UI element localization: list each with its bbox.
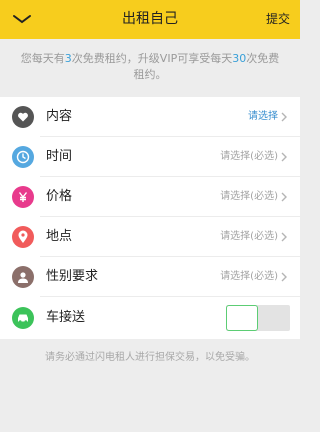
row-value: 请选择(必选) xyxy=(220,191,278,202)
submit-button[interactable]: 提交 xyxy=(266,0,290,39)
row-content[interactable]: 内容 请选择 xyxy=(0,97,300,137)
row-label: 性别要求 xyxy=(46,269,99,284)
free-lease-notice: 您每天有3次免费租约，升级VIP可享受每天30次免费租约。 xyxy=(0,39,300,96)
row-value: 请选择 xyxy=(248,111,278,122)
toggle-knob xyxy=(226,305,258,331)
header-bar: 出租自己 提交 xyxy=(0,0,300,39)
chevron-right-icon xyxy=(281,152,287,162)
row-price[interactable]: 价格 请选择(必选) xyxy=(0,177,300,217)
row-label: 时间 xyxy=(46,149,73,164)
safety-tip: 请务必通过闪电租人进行担保交易，以免受骗。 xyxy=(45,352,255,363)
form-list: 内容 请选择 时间 请选择(必选) 价格 请选择(必选) 地点 请选择(必选) xyxy=(0,97,300,339)
row-label: 车接送 xyxy=(46,310,86,325)
row-label: 价格 xyxy=(46,189,73,204)
heart-icon xyxy=(12,106,34,128)
car-pickup-toggle[interactable] xyxy=(226,305,290,331)
person-icon xyxy=(12,266,34,288)
chevron-right-icon xyxy=(281,272,287,282)
chevron-right-icon xyxy=(281,192,287,202)
vip-count: 30 xyxy=(232,52,247,65)
location-pin-icon xyxy=(12,226,34,248)
clock-icon xyxy=(12,146,34,168)
row-value: 请选择(必选) xyxy=(220,151,278,162)
car-icon xyxy=(12,307,34,329)
row-value: 请选择(必选) xyxy=(220,231,278,242)
row-label: 内容 xyxy=(46,109,73,124)
row-car-pickup: 车接送 xyxy=(0,297,300,339)
row-value: 请选择(必选) xyxy=(220,271,278,282)
free-count: 3 xyxy=(64,52,72,65)
row-gender-requirement[interactable]: 性别要求 请选择(必选) xyxy=(0,257,300,297)
chevron-right-icon xyxy=(281,232,287,242)
page-title: 出租自己 xyxy=(122,11,178,27)
chevron-right-icon xyxy=(281,112,287,122)
yen-icon xyxy=(12,186,34,208)
row-label: 地点 xyxy=(46,229,73,244)
notice-text-2: 次免费租约，升级VIP可享受每天 xyxy=(71,52,233,65)
row-time[interactable]: 时间 请选择(必选) xyxy=(0,137,300,177)
row-location[interactable]: 地点 请选择(必选) xyxy=(0,217,300,257)
notice-text-1: 您每天有 xyxy=(20,52,65,65)
